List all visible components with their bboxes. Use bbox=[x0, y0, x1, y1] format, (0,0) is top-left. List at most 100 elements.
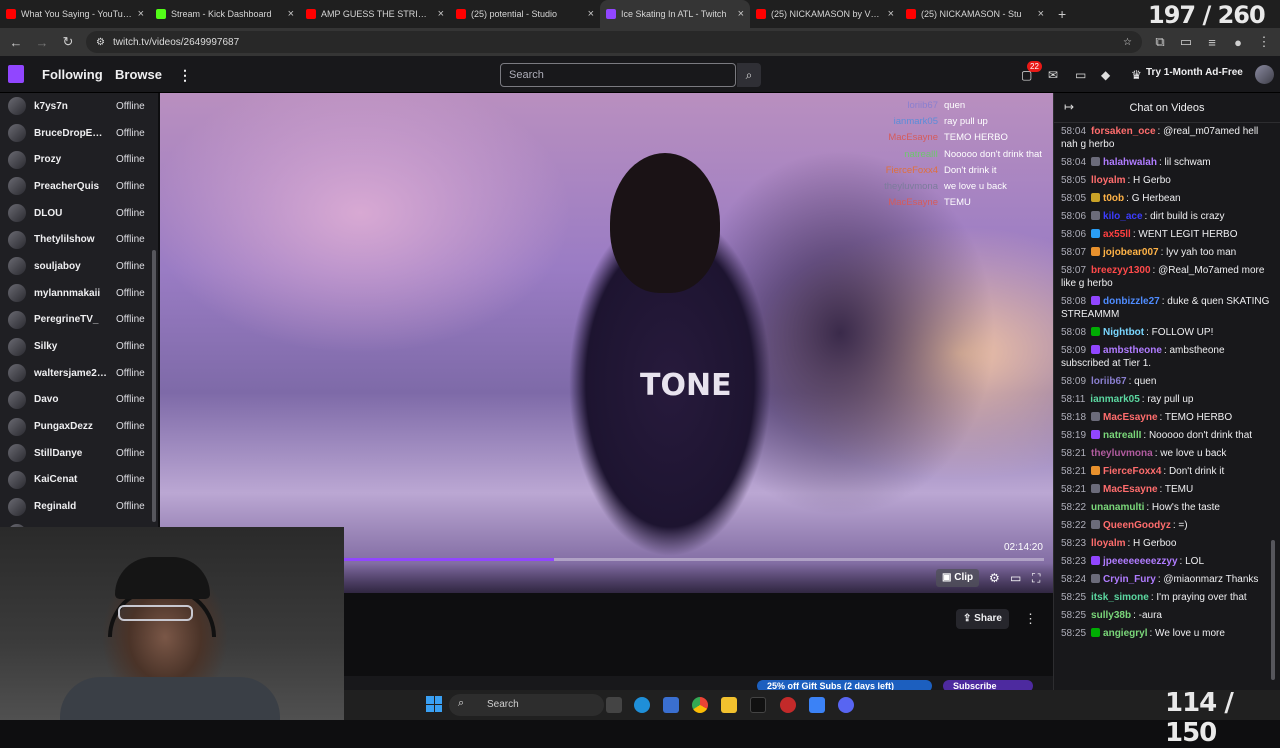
browser-tab[interactable]: Stream - Kick Dashboard × bbox=[150, 0, 300, 28]
search-icon[interactable]: ⌕ bbox=[737, 63, 761, 87]
task-view-icon[interactable] bbox=[606, 697, 622, 713]
chat-scrollbar[interactable] bbox=[1271, 540, 1275, 680]
sidebar-channel-item[interactable]: KaiCenat Offline bbox=[0, 467, 158, 494]
sidebar-channel-item[interactable]: PeregrineTV_ Offline bbox=[0, 307, 158, 334]
sidebar-channel-item[interactable]: Silky Offline bbox=[0, 333, 158, 360]
browser-tab[interactable]: (25) NICKAMASON by VNick × bbox=[750, 0, 900, 28]
close-tab-icon[interactable]: × bbox=[888, 8, 894, 20]
reload-icon[interactable]: ↻ bbox=[60, 34, 76, 50]
file-explorer-icon[interactable] bbox=[721, 697, 737, 713]
sidebar-channel-item[interactable]: DDGOffline bbox=[0, 520, 158, 527]
nav-following[interactable]: Following bbox=[42, 67, 103, 82]
clip-button[interactable]: ▣ Clip bbox=[936, 569, 980, 587]
close-tab-icon[interactable]: × bbox=[138, 8, 144, 20]
nav-browse[interactable]: Browse bbox=[115, 67, 162, 82]
close-tab-icon[interactable]: × bbox=[588, 8, 594, 20]
chrome-icon[interactable] bbox=[692, 697, 708, 713]
sidebar-channel-item[interactable]: Davo Offline bbox=[0, 387, 158, 414]
chat-username[interactable]: QueenGoodyz bbox=[1103, 520, 1171, 531]
bookmark-star-icon[interactable]: ☆ bbox=[1123, 37, 1132, 48]
close-tab-icon[interactable]: × bbox=[1038, 8, 1044, 20]
browser-tab[interactable]: AMP GUESS THE STRIPPER - × bbox=[300, 0, 450, 28]
taskbar-search[interactable]: Search bbox=[449, 694, 604, 716]
chat-username[interactable]: donbizzle27 bbox=[1103, 296, 1160, 307]
chat-username[interactable]: t0ob bbox=[1103, 193, 1124, 204]
chat-username[interactable]: jpeeeeeeeezzyy bbox=[1103, 556, 1178, 567]
new-tab-icon[interactable]: + bbox=[1050, 6, 1074, 22]
chat-username[interactable]: ianmark05 bbox=[1090, 394, 1139, 405]
cast-icon[interactable]: ▭ bbox=[1178, 34, 1194, 50]
twitch-logo-icon[interactable] bbox=[8, 65, 24, 83]
media-icon[interactable]: ≡ bbox=[1204, 35, 1220, 50]
share-button[interactable]: ⇪ Share bbox=[956, 609, 1009, 629]
store-icon[interactable] bbox=[663, 697, 679, 713]
chat-username[interactable]: jojobear007 bbox=[1103, 247, 1159, 258]
whispers-icon[interactable]: ▭ bbox=[1075, 68, 1086, 82]
forward-icon[interactable]: → bbox=[34, 35, 50, 50]
chat-username[interactable]: theyluvmona bbox=[1091, 448, 1153, 459]
settings-gear-icon[interactable]: ⚙ bbox=[989, 571, 1000, 585]
sidebar-channel-item[interactable]: waltersjame20... Offline bbox=[0, 360, 158, 387]
chat-username[interactable]: angiegryl bbox=[1103, 628, 1147, 639]
chat-username[interactable]: Cryin_Fury bbox=[1103, 574, 1156, 585]
menu-dots-icon[interactable]: ⋮ bbox=[1256, 34, 1272, 50]
drops-icon[interactable]: ◆ bbox=[1101, 68, 1110, 82]
url-field[interactable]: ⚙ twitch.tv/videos/2649997687 ☆ bbox=[86, 31, 1142, 53]
chat-username[interactable]: ax55ll bbox=[1103, 229, 1131, 240]
chat-username[interactable]: Nightbot bbox=[1103, 327, 1144, 338]
browser-tab[interactable]: What You Saying - YouTube × bbox=[0, 0, 150, 28]
discord-icon[interactable] bbox=[838, 697, 854, 713]
sidebar-channel-item[interactable]: Thetylilshow Offline bbox=[0, 226, 158, 253]
sidebar-scrollbar[interactable] bbox=[152, 250, 156, 522]
back-icon[interactable]: ← bbox=[8, 35, 24, 50]
inbox-icon[interactable]: ✉ bbox=[1048, 68, 1058, 82]
sidebar-channel-item[interactable]: Reginald Offline bbox=[0, 493, 158, 520]
chat-username[interactable]: natreallI bbox=[1103, 430, 1141, 441]
chat-username[interactable]: lloyalm bbox=[1091, 538, 1125, 549]
sidebar-channel-item[interactable]: PungaxDezz Offline bbox=[0, 413, 158, 440]
sidebar-channel-item[interactable]: BruceDropEmOff Offline bbox=[0, 120, 158, 147]
sidebar-channel-item[interactable]: DLOU Offline bbox=[0, 200, 158, 227]
browser-tab[interactable]: (25) NICKAMASON - Stu × bbox=[900, 0, 1050, 28]
tiktok-icon[interactable] bbox=[750, 697, 766, 713]
sidebar-channel-item[interactable]: mylannmakaii Offline bbox=[0, 280, 158, 307]
fullscreen-icon[interactable]: ⛶ bbox=[1032, 571, 1040, 586]
browser-tab[interactable]: (25) potential - Studio × bbox=[450, 0, 600, 28]
extensions-icon[interactable]: ⧉ bbox=[1152, 34, 1168, 50]
close-tab-icon[interactable]: × bbox=[288, 8, 294, 20]
recording-app-icon[interactable] bbox=[780, 697, 796, 713]
more-actions-icon[interactable]: ⋮ bbox=[1024, 611, 1037, 627]
chat-username[interactable]: itsk_simone bbox=[1091, 592, 1149, 603]
chat-username[interactable]: loriib67 bbox=[1091, 376, 1127, 387]
chat-username[interactable]: forsaken_oce bbox=[1091, 126, 1155, 137]
ad-free-button[interactable]: Try 1-Month Ad-Free bbox=[1146, 67, 1243, 78]
sidebar-channel-item[interactable]: PreacherQuis Offline bbox=[0, 173, 158, 200]
more-options-icon[interactable]: ⋮ bbox=[178, 67, 192, 84]
close-tab-icon[interactable]: × bbox=[438, 8, 444, 20]
chat-username[interactable]: halahwalah bbox=[1103, 157, 1157, 168]
search-input[interactable]: Search bbox=[500, 63, 736, 87]
edge-browser-icon[interactable] bbox=[634, 697, 650, 713]
user-avatar[interactable] bbox=[1255, 65, 1274, 84]
chat-username[interactable]: unanamulti bbox=[1091, 502, 1144, 513]
sidebar-channel-item[interactable]: souljaboy Offline bbox=[0, 253, 158, 280]
chat-username[interactable]: FierceFoxx4 bbox=[1103, 466, 1161, 477]
sidebar-channel-item[interactable]: StillDanye Offline bbox=[0, 440, 158, 467]
close-tab-icon[interactable]: × bbox=[738, 8, 744, 20]
chat-username[interactable]: kilo_ace bbox=[1103, 211, 1142, 222]
profile-icon[interactable]: ● bbox=[1230, 35, 1246, 50]
collapse-chat-icon[interactable]: ↦ bbox=[1064, 100, 1074, 114]
theatre-mode-icon[interactable]: ▭ bbox=[1010, 571, 1021, 585]
chat-username[interactable]: MacEsayne bbox=[1103, 412, 1157, 423]
video-player[interactable]: TONE loriib67 quen ianmark05 ray pull up Mac… bbox=[160, 93, 1053, 593]
sidebar-channel-item[interactable]: Prozy Offline bbox=[0, 146, 158, 173]
windows-start-icon[interactable] bbox=[426, 696, 442, 712]
sidebar-channel-item[interactable]: k7ys7n Offline bbox=[0, 93, 158, 120]
app-icon[interactable] bbox=[809, 697, 825, 713]
browser-tab[interactable]: Ice Skating In ATL - Twitch × bbox=[600, 0, 750, 28]
chat-username[interactable]: lloyalm bbox=[1091, 175, 1125, 186]
chat-username[interactable]: MacEsayne bbox=[1103, 484, 1157, 495]
chat-username[interactable]: ambstheone bbox=[1103, 345, 1162, 356]
chat-username[interactable]: breezyy1300 bbox=[1091, 265, 1151, 276]
chat-username[interactable]: sully38b bbox=[1091, 610, 1131, 621]
